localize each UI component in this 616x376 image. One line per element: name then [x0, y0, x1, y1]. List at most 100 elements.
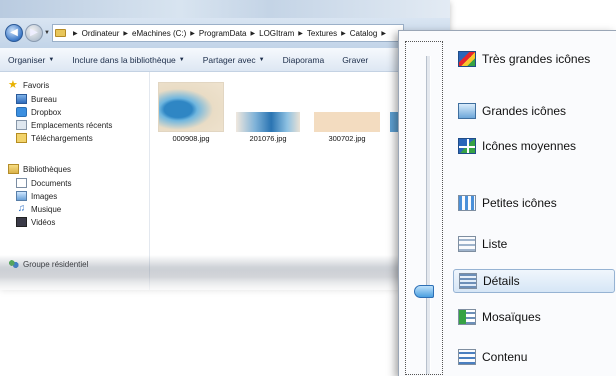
nav-item-label: Documents [31, 178, 72, 188]
breadcrumb-item[interactable]: Textures [307, 29, 337, 38]
nav-item-videos[interactable]: Vidéos [16, 217, 55, 227]
view-slider[interactable] [405, 41, 443, 375]
share-label: Partager avec [202, 54, 256, 65]
videos-icon [16, 217, 27, 227]
details-icon [459, 273, 477, 289]
nav-item-desktop[interactable]: Bureau [16, 94, 57, 104]
view-item-label: Très grandes icônes [482, 52, 591, 66]
view-item-label: Contenu [482, 350, 528, 364]
chevron-down-icon: ▼ [48, 56, 55, 63]
view-item-label: Icônes moyennes [482, 139, 577, 153]
music-note-icon: ♫ [16, 203, 27, 214]
slideshow-button[interactable]: Diaporama [283, 55, 325, 65]
nav-item-label: Téléchargements [31, 133, 93, 143]
breadcrumb-item[interactable]: eMachines (C:) [132, 29, 186, 38]
navigation-pane: ★ Favoris Bureau Dropbox Emplacements ré… [0, 72, 150, 290]
nav-item-dropbox[interactable]: Dropbox [16, 107, 61, 117]
view-small-icons[interactable]: Petites icônes [453, 191, 615, 215]
star-icon: ★ [8, 79, 18, 91]
nav-item-label: Musique [31, 204, 62, 214]
documents-icon [16, 178, 27, 188]
breadcrumb-separator-icon[interactable]: ▶ [123, 30, 128, 37]
file-name[interactable]: 000908.jpg [158, 134, 224, 143]
organize-label: Organiser [8, 54, 46, 65]
view-item-label: Mosaïques [482, 310, 541, 324]
view-details[interactable]: Détails [453, 269, 615, 293]
breadcrumb-item[interactable]: Ordinateur [82, 29, 120, 38]
downloads-icon [16, 133, 27, 143]
nav-item-label: Bibliothèques [23, 164, 72, 174]
homegroup-icon [8, 259, 19, 269]
file-name[interactable]: 300702.jpg [314, 134, 380, 143]
forward-button[interactable]: ▶ [25, 24, 43, 42]
file-name[interactable]: 201076.jpg [235, 134, 301, 143]
bottom-fade [0, 270, 460, 300]
breadcrumb-separator-icon[interactable]: ▶ [341, 30, 346, 37]
breadcrumb-separator-icon[interactable]: ▶ [73, 30, 78, 37]
nav-item-favorites[interactable]: ★ Favoris [8, 79, 50, 91]
breadcrumb[interactable]: ▶ Ordinateur ▶ eMachines (C:) ▶ ProgramD… [52, 24, 404, 42]
nav-item-recent-places[interactable]: Emplacements récents [16, 120, 112, 130]
breadcrumb-separator-icon[interactable]: ▶ [298, 30, 303, 37]
view-item-label: Grandes icônes [482, 104, 567, 118]
file-thumbnail[interactable] [236, 112, 300, 132]
desktop-icon [16, 94, 27, 104]
breadcrumb-item[interactable]: ProgramData [199, 29, 247, 38]
list-icon [458, 236, 476, 252]
view-tiles[interactable]: Mosaïques [453, 305, 615, 329]
slider-thumb[interactable] [414, 285, 434, 298]
nav-item-label: Groupe résidentiel [23, 259, 89, 269]
command-bar: Organiser ▼ Inclure dans la bibliothèque ▼… [0, 48, 450, 72]
view-extra-large-icons[interactable]: Très grandes icônes [453, 47, 615, 71]
content-icon [458, 349, 476, 365]
views-menu: Très grandes icônes Grandes icônes Icône… [398, 30, 616, 376]
breadcrumb-separator-icon[interactable]: ▶ [381, 30, 386, 37]
back-button[interactable]: ◀ [5, 24, 23, 42]
include-label: Inclure dans la bibliothèque [72, 54, 176, 65]
nav-item-label: Favoris [23, 80, 50, 90]
view-list[interactable]: Liste [453, 232, 615, 256]
slider-track[interactable] [426, 56, 431, 374]
chevron-down-icon: ▼ [258, 56, 265, 63]
view-medium-icons[interactable]: Icônes moyennes [453, 134, 615, 158]
file-thumbnail[interactable] [158, 82, 224, 132]
medium-icons-icon [458, 138, 476, 154]
nav-item-label: Dropbox [31, 107, 62, 117]
nav-item-label: Emplacements récents [31, 120, 113, 130]
tiles-icon [458, 309, 476, 325]
libraries-icon [8, 164, 19, 174]
share-with-button[interactable]: Partager avec ▼ [203, 55, 265, 65]
chevron-down-icon: ▼ [178, 56, 185, 63]
nav-item-homegroup[interactable]: Groupe résidentiel [8, 259, 88, 269]
file-thumbnail[interactable] [314, 112, 380, 132]
large-icons-icon [458, 103, 476, 119]
view-item-label: Liste [482, 237, 508, 251]
nav-item-images[interactable]: Images [16, 191, 57, 201]
breadcrumb-item[interactable]: Catalog [350, 29, 378, 38]
recent-places-icon [16, 120, 27, 130]
breadcrumb-separator-icon[interactable]: ▶ [251, 30, 256, 37]
nav-item-label: Bureau [31, 94, 57, 104]
breadcrumb-item[interactable]: LOGItram [259, 29, 294, 38]
title-bar [0, 0, 450, 18]
nav-item-documents[interactable]: Documents [16, 178, 71, 188]
nav-item-downloads[interactable]: Téléchargements [16, 133, 93, 143]
nav-item-libraries[interactable]: Bibliothèques [8, 164, 71, 174]
small-icons-icon [458, 195, 476, 211]
nav-item-label: Vidéos [31, 217, 56, 227]
address-bar: ◀ ▶ ▼ ▶ Ordinateur ▶ eMachines (C:) ▶ Pr… [0, 18, 450, 48]
view-content[interactable]: Contenu [453, 345, 615, 369]
view-large-icons[interactable]: Grandes icônes [453, 99, 615, 123]
organize-button[interactable]: Organiser ▼ [8, 55, 54, 65]
folder-icon [55, 29, 66, 37]
breadcrumb-separator-icon[interactable]: ▶ [190, 30, 195, 37]
dropbox-icon [16, 107, 27, 117]
extra-large-icons-icon [458, 51, 476, 67]
burn-button[interactable]: Graver [342, 55, 368, 65]
nav-item-music[interactable]: ♫ Musique [16, 204, 61, 214]
include-in-library-button[interactable]: Inclure dans la bibliothèque ▼ [72, 55, 184, 65]
view-item-label: Détails [483, 274, 520, 288]
nav-item-label: Images [31, 191, 58, 201]
recent-pages-dropdown[interactable]: ▼ [44, 30, 50, 36]
explorer-window: ◀ ▶ ▼ ▶ Ordinateur ▶ eMachines (C:) ▶ Pr… [0, 0, 450, 290]
